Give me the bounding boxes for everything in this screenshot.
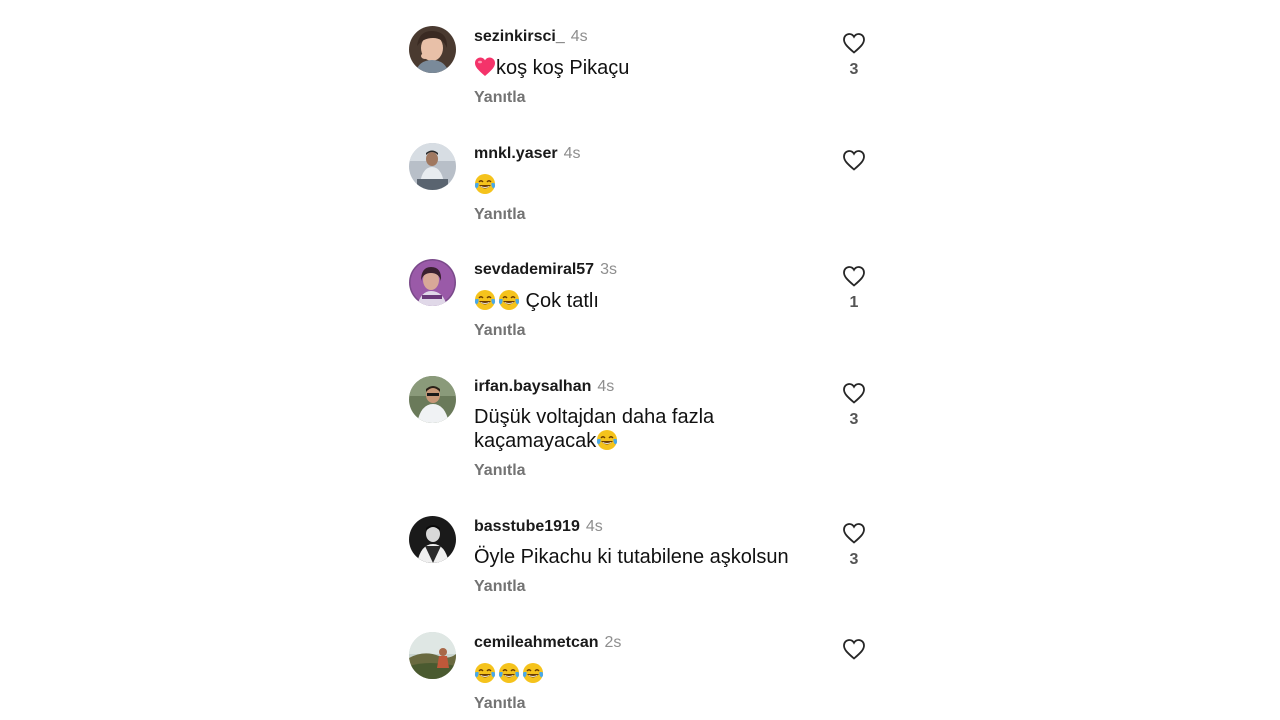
comment-text: Çok tatlı <box>474 289 814 313</box>
heart-emoji-icon <box>474 56 496 78</box>
comment-text <box>474 662 814 686</box>
heart-outline-icon[interactable] <box>842 522 866 544</box>
like-count <box>841 666 867 686</box>
avatar[interactable] <box>409 376 456 423</box>
comment-timestamp: 4s <box>597 378 615 395</box>
reply-button[interactable]: Yanıtla <box>474 576 814 598</box>
heart-outline-icon[interactable] <box>842 149 866 171</box>
comment-text-content: Çok tatlı <box>520 290 599 312</box>
comment-text: Öyle Pikachu ki tutabilene aşkolsun <box>474 546 789 568</box>
comment-username[interactable]: sezinkirsci_ <box>474 28 565 45</box>
heart-outline-icon[interactable] <box>842 638 866 660</box>
comment-username[interactable]: irfan.baysalhan <box>474 378 591 395</box>
face-with-tears-of-joy-icon <box>596 429 618 451</box>
comment-text-content: kaçamayacak <box>474 430 597 452</box>
comment-username[interactable]: mnkl.yaser <box>474 145 558 162</box>
reply-button[interactable]: Yanıtla <box>474 87 814 109</box>
like-group: 1 <box>841 265 867 313</box>
comment-text-content: koş koş Pikaçu <box>496 57 630 79</box>
heart-outline-icon[interactable] <box>842 32 866 54</box>
comment-username[interactable]: basstube1919 <box>474 518 580 535</box>
like-group: 3 <box>841 32 867 80</box>
comment-timestamp: 2s <box>604 634 622 651</box>
avatar[interactable] <box>409 26 456 73</box>
reply-button[interactable]: Yanıtla <box>474 204 814 226</box>
comment-text: koş koş Pikaçu <box>474 56 814 80</box>
comment-username[interactable]: cemileahmetcan <box>474 634 599 651</box>
reply-button[interactable]: Yanıtla <box>474 693 814 715</box>
like-group <box>841 149 867 197</box>
like-count: 3 <box>849 61 859 78</box>
avatar[interactable] <box>409 516 456 563</box>
like-group: 3 <box>841 522 867 570</box>
reply-button[interactable]: Yanıtla <box>474 460 814 482</box>
like-count <box>841 177 867 197</box>
like-count: 1 <box>849 294 859 311</box>
like-group <box>841 638 867 686</box>
like-count: 3 <box>849 551 859 568</box>
like-group: 3 <box>841 382 867 430</box>
comment-username[interactable]: sevdademiral57 <box>474 261 594 278</box>
comment-timestamp: 4s <box>570 28 588 45</box>
avatar[interactable] <box>409 143 456 190</box>
comment-timestamp: 4s <box>563 145 581 162</box>
face-with-tears-of-joy-icon <box>474 662 496 684</box>
comment-text-line: Düşük voltajdan daha fazla <box>474 406 715 428</box>
face-with-tears-of-joy-icon <box>522 662 544 684</box>
comment-text: Düşük voltajdan daha fazla kaçamayacak <box>474 406 814 453</box>
avatar[interactable] <box>409 259 456 306</box>
face-with-tears-of-joy-icon <box>498 662 520 684</box>
face-with-tears-of-joy-icon <box>474 173 496 195</box>
face-with-tears-of-joy-icon <box>498 289 520 311</box>
comment-list: sezinkirsci_ 4s koş koş Pikaçu Yanıtla 3 … <box>409 0 889 720</box>
heart-outline-icon[interactable] <box>842 265 866 287</box>
heart-outline-icon[interactable] <box>842 382 866 404</box>
reply-button[interactable]: Yanıtla <box>474 320 814 342</box>
comment-text-line-2: kaçamayacak <box>474 429 814 453</box>
like-count: 3 <box>849 411 859 428</box>
comment-text <box>474 173 814 197</box>
comment-timestamp: 4s <box>585 518 603 535</box>
comment-timestamp: 3s <box>600 261 617 278</box>
face-with-tears-of-joy-icon <box>474 289 496 311</box>
avatar[interactable] <box>409 632 456 679</box>
